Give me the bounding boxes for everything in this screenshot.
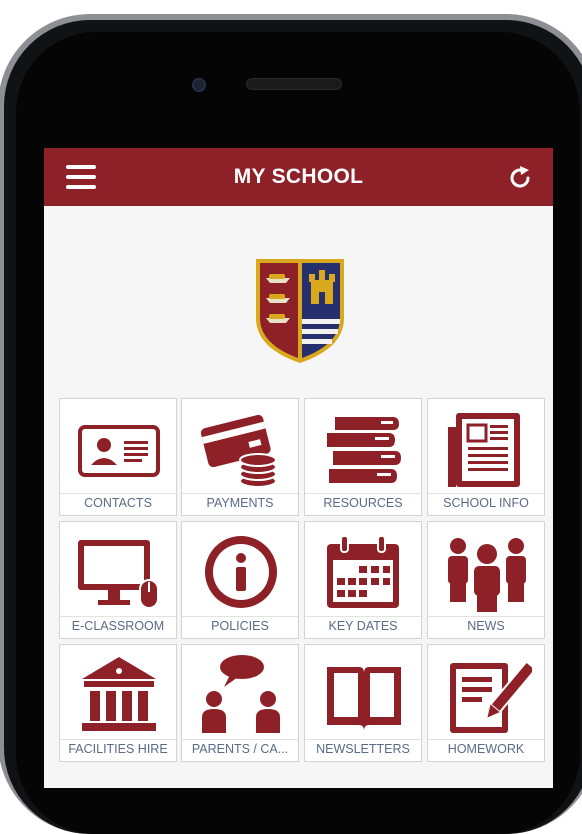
conversation-icon <box>202 655 280 733</box>
tile-payments[interactable]: PAYMENTS <box>181 398 299 516</box>
tile-news[interactable]: NEWS <box>427 521 545 639</box>
building-icon <box>82 657 156 731</box>
tile-label: FACILITIES HIRE <box>68 742 168 756</box>
tile-label: KEY DATES <box>328 619 398 633</box>
earpiece-speaker <box>246 78 342 90</box>
app-bar: MY SCHOOL <box>44 148 553 206</box>
tile-label: PARENTS / CA... <box>191 742 289 756</box>
calendar-icon <box>327 535 399 608</box>
homework-icon <box>450 660 532 733</box>
tile-label: HOMEWORK <box>447 742 525 756</box>
tile-parents[interactable]: PARENTS / CA... <box>181 644 299 762</box>
payment-card-coins-icon <box>200 414 277 488</box>
tile-label: SCHOOL INFO <box>443 496 529 510</box>
tile-label: NEWS <box>467 619 505 633</box>
tile-label: POLICIES <box>211 619 269 633</box>
contact-card-icon <box>78 425 160 477</box>
tile-facilities-hire[interactable]: FACILITIES HIRE <box>59 644 177 762</box>
app-screen: MY SCHOOL CONTACTS PAYMENTS RESOURCES SC… <box>44 148 553 788</box>
tile-label: PAYMENTS <box>206 496 274 510</box>
tile-resources[interactable]: RESOURCES <box>304 398 422 516</box>
refresh-icon[interactable] <box>506 164 534 192</box>
front-camera <box>192 78 206 92</box>
computer-icon <box>78 540 159 609</box>
page-title: MY SCHOOL <box>233 165 364 188</box>
tile-label: RESOURCES <box>323 496 403 510</box>
tile-newsletters[interactable]: NEWSLETTERS <box>304 644 422 762</box>
tile-school-info[interactable]: SCHOOL INFO <box>427 398 545 516</box>
tile-homework[interactable]: HOMEWORK <box>427 644 545 762</box>
tile-e-classroom[interactable]: E-CLASSROOM <box>59 521 177 639</box>
people-group-icon <box>448 538 526 612</box>
school-crest <box>256 259 344 363</box>
tile-label: CONTACTS <box>84 496 152 510</box>
tile-contacts[interactable]: CONTACTS <box>59 398 177 516</box>
newspaper-icon <box>448 413 520 487</box>
tile-key-dates[interactable]: KEY DATES <box>304 521 422 639</box>
info-icon <box>205 536 277 608</box>
tile-policies[interactable]: POLICIES <box>181 521 299 639</box>
open-book-icon <box>327 667 401 731</box>
tile-label: E-CLASSROOM <box>71 619 165 633</box>
tile-label: NEWSLETTERS <box>316 742 410 756</box>
books-icon <box>327 417 401 483</box>
